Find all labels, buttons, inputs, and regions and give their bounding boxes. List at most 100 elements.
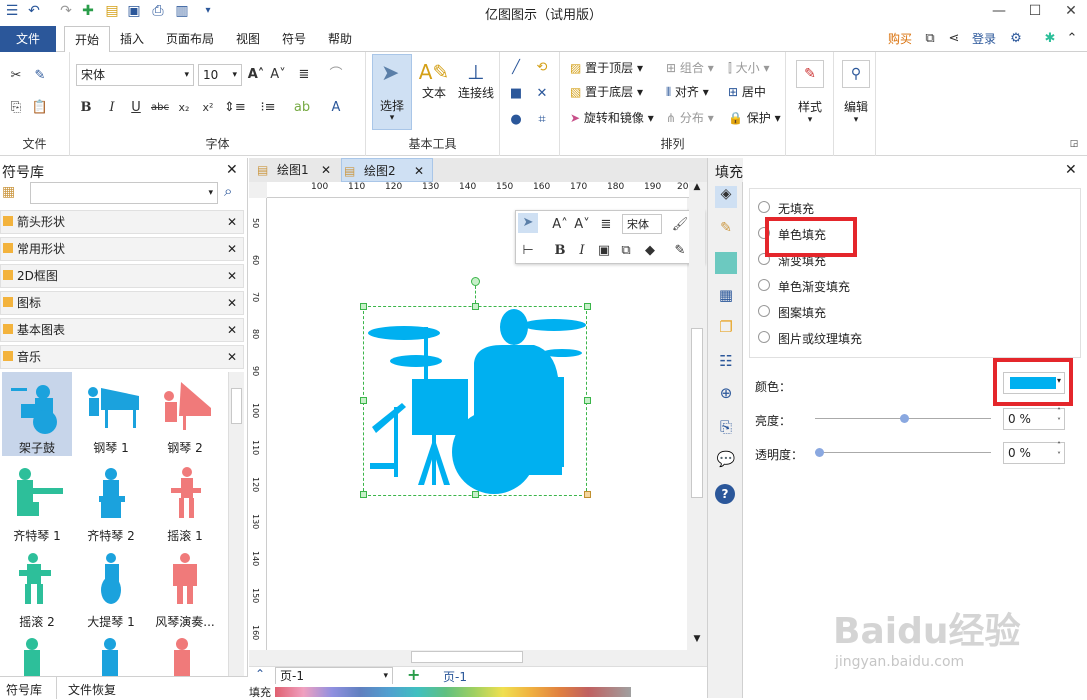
- library-close-icon[interactable]: ✕: [226, 162, 238, 178]
- tab-home[interactable]: 开始: [64, 26, 111, 53]
- style-button[interactable]: ✎ 样式 ▾: [790, 60, 830, 125]
- transparency-slider[interactable]: [815, 452, 991, 453]
- select-tool-button[interactable]: ➤ 选择 ▾: [372, 54, 412, 130]
- rectangle-icon[interactable]: ■: [506, 84, 526, 104]
- shape-partial[interactable]: [86, 634, 136, 678]
- resize-handle[interactable]: [584, 491, 591, 498]
- minimize-button[interactable]: —: [984, 0, 1014, 22]
- shape-zither-2[interactable]: 齐特琴 2: [76, 460, 146, 544]
- export-icon[interactable]: ▥: [174, 3, 190, 19]
- rotate-mirror-button[interactable]: ➤ 旋转和镜像 ▾: [570, 108, 654, 128]
- radio-no-fill[interactable]: [758, 201, 770, 213]
- library-category[interactable]: 音乐 ✕: [0, 345, 244, 369]
- distribute-button[interactable]: ⋔ 分布 ▾: [666, 108, 714, 128]
- copy-icon[interactable]: ⎘: [6, 98, 26, 118]
- undo-icon[interactable]: ↶: [26, 3, 42, 19]
- layers-icon[interactable]: ❐: [715, 318, 737, 340]
- text-tool-button[interactable]: A✎ 文本: [414, 60, 454, 101]
- font-select[interactable]: 宋体: [622, 214, 662, 234]
- tab-symbol-library[interactable]: 符号库: [6, 681, 42, 698]
- pointer-icon[interactable]: ➤: [518, 213, 538, 233]
- text-color-icon[interactable]: ab: [292, 98, 312, 118]
- arc-icon[interactable]: ⟲: [532, 58, 552, 78]
- close-tab-icon[interactable]: ✕: [414, 159, 424, 183]
- group-button[interactable]: ⊞ 组合 ▾: [666, 58, 714, 78]
- add-page-icon[interactable]: +: [407, 665, 420, 684]
- curve-text-icon[interactable]: ⌒: [326, 65, 346, 85]
- close-button[interactable]: ✕: [1056, 0, 1086, 22]
- crop-icon[interactable]: ⌗: [532, 110, 552, 130]
- close-icon[interactable]: ✕: [227, 319, 237, 341]
- connector-tool-button[interactable]: ⊥ 连接线: [454, 60, 498, 101]
- transparency-slider-thumb[interactable]: [815, 448, 824, 457]
- strikethrough-icon[interactable]: abc: [150, 98, 170, 118]
- shape-zither-1[interactable]: 齐特琴 1: [2, 460, 72, 544]
- radio-single-gradient-fill[interactable]: [758, 279, 770, 291]
- resize-handle[interactable]: [360, 303, 367, 310]
- italic-icon[interactable]: I: [102, 98, 122, 118]
- comment-icon[interactable]: 💬: [715, 450, 737, 472]
- hyperlink-icon[interactable]: ⊕: [715, 384, 737, 406]
- align-icon[interactable]: ≣: [596, 215, 616, 235]
- close-icon[interactable]: ✕: [227, 211, 237, 233]
- line-style-icon[interactable]: ✎: [670, 241, 690, 261]
- image-icon[interactable]: ▦: [715, 286, 737, 308]
- connector-icon[interactable]: ⊢: [518, 241, 538, 261]
- search-icon[interactable]: ⌕: [224, 182, 232, 200]
- shape-piano-2[interactable]: 钢琴 2: [150, 372, 220, 456]
- help-icon[interactable]: ?: [715, 484, 735, 504]
- shape-drum-kit[interactable]: 架子鼓: [2, 372, 72, 456]
- save-icon[interactable]: ▣: [126, 3, 142, 19]
- underline-icon[interactable]: U: [126, 98, 146, 118]
- shape-piano-1[interactable]: 钢琴 1: [76, 372, 146, 456]
- radio-pattern-fill[interactable]: [758, 305, 770, 317]
- app-menu-icon[interactable]: ☰: [4, 3, 20, 19]
- library-category[interactable]: 常用形状 ✕: [0, 237, 244, 261]
- scroll-thumb[interactable]: [411, 651, 523, 663]
- redo-icon[interactable]: ↷: [58, 3, 74, 19]
- shadow-icon[interactable]: ▣: [594, 241, 614, 261]
- bold-icon[interactable]: B: [550, 241, 570, 261]
- bring-to-front-button[interactable]: ▨ 置于顶层 ▾: [570, 58, 643, 78]
- resize-handle[interactable]: [584, 397, 591, 404]
- close-icon[interactable]: ✕: [227, 265, 237, 287]
- shape-partial[interactable]: [160, 634, 210, 678]
- center-button[interactable]: ⊞ 居中: [728, 82, 766, 102]
- tab-drawing-2[interactable]: ▤ 绘图2 ✕: [341, 158, 433, 182]
- library-category[interactable]: 图标 ✕: [0, 291, 244, 315]
- shape-rock-1[interactable]: 摇滚 1: [150, 460, 220, 544]
- resize-handle[interactable]: [472, 303, 479, 310]
- library-category[interactable]: 2D框图 ✕: [0, 264, 244, 288]
- collapse-icon[interactable]: ⌃: [255, 667, 265, 681]
- tab-insert[interactable]: 插入: [110, 26, 154, 52]
- format-painter-icon[interactable]: ✎: [30, 66, 50, 86]
- page-select[interactable]: 页-1 ▾: [275, 667, 393, 685]
- brightness-slider-thumb[interactable]: [900, 414, 909, 423]
- grow-font-icon[interactable]: A˄: [550, 215, 570, 235]
- file-menu[interactable]: 文件: [0, 26, 56, 52]
- collapse-ribbon-icon[interactable]: ⌃: [1062, 29, 1082, 49]
- fill-panel-close-icon[interactable]: ✕: [1065, 162, 1077, 178]
- shrink-font-icon[interactable]: A˅: [572, 215, 592, 235]
- edit-button[interactable]: ⚲ 编辑 ▾: [836, 60, 876, 125]
- drawing-page[interactable]: ➤ A˄ A˅ ≣ 宋体 🖌 ⊢ B I ▣ ⧉ ◆ ✎ ✕: [267, 198, 705, 650]
- library-grid-icon[interactable]: ▦: [2, 184, 24, 204]
- line-spacing-icon[interactable]: ⇕≡: [224, 98, 246, 118]
- attachment-icon[interactable]: ⎘: [715, 418, 737, 440]
- ellipse-icon[interactable]: ●: [506, 110, 526, 130]
- open-file-icon[interactable]: ▤: [104, 3, 120, 19]
- fill-icon[interactable]: ◆: [640, 241, 660, 261]
- align-button[interactable]: ⫴ 对齐 ▾: [666, 82, 709, 102]
- shrink-font-icon[interactable]: A˅: [268, 65, 288, 85]
- bullets-icon[interactable]: ⁝≡: [258, 98, 278, 118]
- horizontal-scrollbar[interactable]: [267, 650, 689, 664]
- transparency-input[interactable]: 0 % ˄ ˅: [1003, 441, 1065, 464]
- page-tab[interactable]: 页-1: [443, 668, 467, 685]
- page-icon[interactable]: ☷: [715, 352, 737, 374]
- tab-page-layout[interactable]: 页面布局: [156, 26, 224, 52]
- rotate-handle[interactable]: [471, 277, 480, 286]
- layer-icon[interactable]: ⧉: [616, 241, 636, 261]
- line-icon[interactable]: ✎: [715, 220, 737, 242]
- share-screen-icon[interactable]: ⧉: [920, 29, 940, 49]
- brush-icon[interactable]: 🖌: [670, 215, 690, 235]
